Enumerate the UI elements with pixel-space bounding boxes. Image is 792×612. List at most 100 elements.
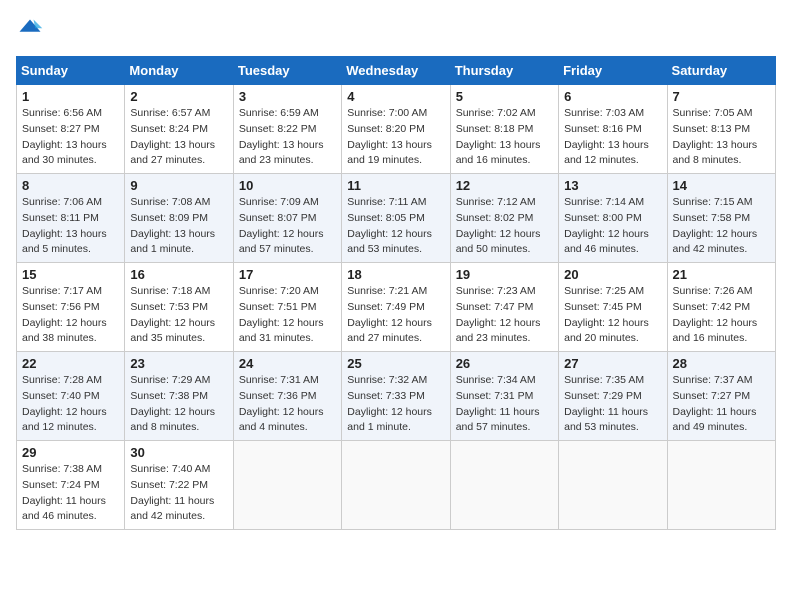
calendar-cell: 22 Sunrise: 7:28 AMSunset: 7:40 PMDaylig… xyxy=(17,352,125,441)
day-number: 4 xyxy=(347,89,444,104)
day-number: 5 xyxy=(456,89,553,104)
calendar-cell: 4 Sunrise: 7:00 AMSunset: 8:20 PMDayligh… xyxy=(342,85,450,174)
day-detail: Sunrise: 7:38 AMSunset: 7:24 PMDaylight:… xyxy=(22,463,106,522)
day-number: 30 xyxy=(130,445,227,460)
calendar-cell xyxy=(233,441,341,530)
day-number: 25 xyxy=(347,356,444,371)
calendar-week-5: 29 Sunrise: 7:38 AMSunset: 7:24 PMDaylig… xyxy=(17,441,776,530)
day-number: 14 xyxy=(673,178,770,193)
calendar-table: SundayMondayTuesdayWednesdayThursdayFrid… xyxy=(16,56,776,530)
calendar-cell: 14 Sunrise: 7:15 AMSunset: 7:58 PMDaylig… xyxy=(667,174,775,263)
day-detail: Sunrise: 7:06 AMSunset: 8:11 PMDaylight:… xyxy=(22,196,107,255)
day-number: 27 xyxy=(564,356,661,371)
day-number: 12 xyxy=(456,178,553,193)
calendar-header-row: SundayMondayTuesdayWednesdayThursdayFrid… xyxy=(17,57,776,85)
day-detail: Sunrise: 7:29 AMSunset: 7:38 PMDaylight:… xyxy=(130,374,215,433)
day-detail: Sunrise: 7:08 AMSunset: 8:09 PMDaylight:… xyxy=(130,196,215,255)
day-detail: Sunrise: 7:23 AMSunset: 7:47 PMDaylight:… xyxy=(456,285,541,344)
day-number: 22 xyxy=(22,356,119,371)
calendar-cell xyxy=(667,441,775,530)
calendar-cell: 24 Sunrise: 7:31 AMSunset: 7:36 PMDaylig… xyxy=(233,352,341,441)
calendar-cell: 27 Sunrise: 7:35 AMSunset: 7:29 PMDaylig… xyxy=(559,352,667,441)
calendar-week-1: 1 Sunrise: 6:56 AMSunset: 8:27 PMDayligh… xyxy=(17,85,776,174)
calendar-cell: 1 Sunrise: 6:56 AMSunset: 8:27 PMDayligh… xyxy=(17,85,125,174)
calendar-cell: 5 Sunrise: 7:02 AMSunset: 8:18 PMDayligh… xyxy=(450,85,558,174)
day-detail: Sunrise: 7:25 AMSunset: 7:45 PMDaylight:… xyxy=(564,285,649,344)
calendar-week-2: 8 Sunrise: 7:06 AMSunset: 8:11 PMDayligh… xyxy=(17,174,776,263)
calendar-cell: 11 Sunrise: 7:11 AMSunset: 8:05 PMDaylig… xyxy=(342,174,450,263)
calendar-cell: 7 Sunrise: 7:05 AMSunset: 8:13 PMDayligh… xyxy=(667,85,775,174)
calendar-cell: 6 Sunrise: 7:03 AMSunset: 8:16 PMDayligh… xyxy=(559,85,667,174)
calendar-cell: 9 Sunrise: 7:08 AMSunset: 8:09 PMDayligh… xyxy=(125,174,233,263)
day-detail: Sunrise: 7:14 AMSunset: 8:00 PMDaylight:… xyxy=(564,196,649,255)
calendar-cell: 10 Sunrise: 7:09 AMSunset: 8:07 PMDaylig… xyxy=(233,174,341,263)
calendar-cell: 28 Sunrise: 7:37 AMSunset: 7:27 PMDaylig… xyxy=(667,352,775,441)
day-detail: Sunrise: 7:35 AMSunset: 7:29 PMDaylight:… xyxy=(564,374,648,433)
logo xyxy=(16,16,48,44)
day-number: 26 xyxy=(456,356,553,371)
page-header xyxy=(16,16,776,44)
day-detail: Sunrise: 6:59 AMSunset: 8:22 PMDaylight:… xyxy=(239,107,324,166)
calendar-cell: 15 Sunrise: 7:17 AMSunset: 7:56 PMDaylig… xyxy=(17,263,125,352)
day-detail: Sunrise: 7:18 AMSunset: 7:53 PMDaylight:… xyxy=(130,285,215,344)
col-header-monday: Monday xyxy=(125,57,233,85)
day-number: 1 xyxy=(22,89,119,104)
col-header-friday: Friday xyxy=(559,57,667,85)
day-number: 21 xyxy=(673,267,770,282)
day-number: 3 xyxy=(239,89,336,104)
day-number: 28 xyxy=(673,356,770,371)
day-detail: Sunrise: 7:05 AMSunset: 8:13 PMDaylight:… xyxy=(673,107,758,166)
col-header-tuesday: Tuesday xyxy=(233,57,341,85)
day-number: 24 xyxy=(239,356,336,371)
day-detail: Sunrise: 7:15 AMSunset: 7:58 PMDaylight:… xyxy=(673,196,758,255)
day-number: 6 xyxy=(564,89,661,104)
day-detail: Sunrise: 7:26 AMSunset: 7:42 PMDaylight:… xyxy=(673,285,758,344)
col-header-saturday: Saturday xyxy=(667,57,775,85)
day-number: 23 xyxy=(130,356,227,371)
day-detail: Sunrise: 7:32 AMSunset: 7:33 PMDaylight:… xyxy=(347,374,432,433)
day-number: 19 xyxy=(456,267,553,282)
calendar-cell: 12 Sunrise: 7:12 AMSunset: 8:02 PMDaylig… xyxy=(450,174,558,263)
day-number: 17 xyxy=(239,267,336,282)
calendar-cell: 26 Sunrise: 7:34 AMSunset: 7:31 PMDaylig… xyxy=(450,352,558,441)
col-header-sunday: Sunday xyxy=(17,57,125,85)
col-header-wednesday: Wednesday xyxy=(342,57,450,85)
calendar-cell: 16 Sunrise: 7:18 AMSunset: 7:53 PMDaylig… xyxy=(125,263,233,352)
day-detail: Sunrise: 7:17 AMSunset: 7:56 PMDaylight:… xyxy=(22,285,107,344)
day-number: 15 xyxy=(22,267,119,282)
day-number: 18 xyxy=(347,267,444,282)
day-detail: Sunrise: 7:03 AMSunset: 8:16 PMDaylight:… xyxy=(564,107,649,166)
day-detail: Sunrise: 7:00 AMSunset: 8:20 PMDaylight:… xyxy=(347,107,432,166)
day-detail: Sunrise: 7:20 AMSunset: 7:51 PMDaylight:… xyxy=(239,285,324,344)
day-detail: Sunrise: 7:34 AMSunset: 7:31 PMDaylight:… xyxy=(456,374,540,433)
calendar-cell: 30 Sunrise: 7:40 AMSunset: 7:22 PMDaylig… xyxy=(125,441,233,530)
day-number: 9 xyxy=(130,178,227,193)
day-number: 10 xyxy=(239,178,336,193)
calendar-week-3: 15 Sunrise: 7:17 AMSunset: 7:56 PMDaylig… xyxy=(17,263,776,352)
day-detail: Sunrise: 7:31 AMSunset: 7:36 PMDaylight:… xyxy=(239,374,324,433)
calendar-cell: 2 Sunrise: 6:57 AMSunset: 8:24 PMDayligh… xyxy=(125,85,233,174)
day-number: 13 xyxy=(564,178,661,193)
day-detail: Sunrise: 6:57 AMSunset: 8:24 PMDaylight:… xyxy=(130,107,215,166)
col-header-thursday: Thursday xyxy=(450,57,558,85)
day-detail: Sunrise: 7:11 AMSunset: 8:05 PMDaylight:… xyxy=(347,196,432,255)
calendar-week-4: 22 Sunrise: 7:28 AMSunset: 7:40 PMDaylig… xyxy=(17,352,776,441)
day-number: 29 xyxy=(22,445,119,460)
calendar-cell: 23 Sunrise: 7:29 AMSunset: 7:38 PMDaylig… xyxy=(125,352,233,441)
calendar-cell: 20 Sunrise: 7:25 AMSunset: 7:45 PMDaylig… xyxy=(559,263,667,352)
calendar-cell: 13 Sunrise: 7:14 AMSunset: 8:00 PMDaylig… xyxy=(559,174,667,263)
calendar-cell xyxy=(450,441,558,530)
day-number: 11 xyxy=(347,178,444,193)
day-number: 8 xyxy=(22,178,119,193)
calendar-cell: 8 Sunrise: 7:06 AMSunset: 8:11 PMDayligh… xyxy=(17,174,125,263)
calendar-cell: 17 Sunrise: 7:20 AMSunset: 7:51 PMDaylig… xyxy=(233,263,341,352)
day-detail: Sunrise: 7:12 AMSunset: 8:02 PMDaylight:… xyxy=(456,196,541,255)
calendar-cell: 3 Sunrise: 6:59 AMSunset: 8:22 PMDayligh… xyxy=(233,85,341,174)
day-detail: Sunrise: 7:40 AMSunset: 7:22 PMDaylight:… xyxy=(130,463,214,522)
calendar-cell: 29 Sunrise: 7:38 AMSunset: 7:24 PMDaylig… xyxy=(17,441,125,530)
day-detail: Sunrise: 7:28 AMSunset: 7:40 PMDaylight:… xyxy=(22,374,107,433)
day-number: 7 xyxy=(673,89,770,104)
calendar-cell: 21 Sunrise: 7:26 AMSunset: 7:42 PMDaylig… xyxy=(667,263,775,352)
day-detail: Sunrise: 7:02 AMSunset: 8:18 PMDaylight:… xyxy=(456,107,541,166)
calendar-cell xyxy=(559,441,667,530)
